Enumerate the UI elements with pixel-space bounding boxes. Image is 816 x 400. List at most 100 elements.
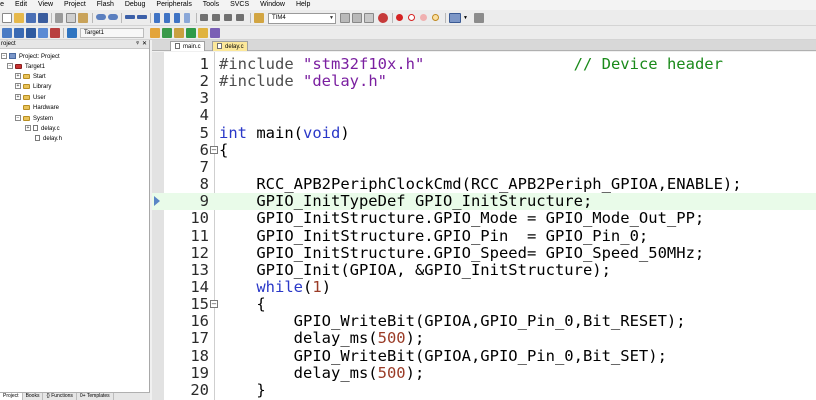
tree-file-delay-c[interactable]: + delay.c: [25, 125, 60, 133]
find-combo[interactable]: TIM4 ▼: [268, 13, 336, 24]
chevron-down-icon[interactable]: ▼: [463, 15, 473, 25]
menu-tools[interactable]: Tools: [203, 0, 219, 10]
code-line[interactable]: 7: [152, 158, 816, 176]
breakpoint-icon[interactable]: [396, 14, 403, 21]
breakpoint-clear-icon[interactable]: [420, 14, 427, 21]
tab-delay-c[interactable]: delay.c: [212, 41, 248, 51]
manage-components-icon[interactable]: [162, 28, 172, 38]
incremental-find-icon[interactable]: [352, 13, 362, 23]
select-packs-icon[interactable]: [198, 28, 208, 38]
tree-group-user[interactable]: + User: [15, 94, 46, 102]
tree-group-system[interactable]: − System: [15, 115, 53, 123]
fold-toggle-icon[interactable]: −: [210, 300, 218, 309]
menu-help[interactable]: Help: [296, 0, 310, 10]
menu-project[interactable]: Project: [64, 0, 86, 10]
menu-svcs[interactable]: SVCS: [230, 0, 249, 10]
tab-main-c[interactable]: main.c: [170, 41, 205, 51]
code-line[interactable]: 9 GPIO_InitTypeDef GPIO_InitStructure;: [152, 193, 816, 211]
new-file-icon[interactable]: [2, 13, 12, 23]
expand-icon[interactable]: +: [15, 73, 21, 80]
menu-window[interactable]: Window: [260, 0, 285, 10]
menu-file[interactable]: ile: [0, 0, 4, 10]
redo-icon[interactable]: [108, 14, 118, 20]
expand-icon[interactable]: +: [15, 83, 21, 90]
code-line[interactable]: 10 GPIO_InitStructure.GPIO_Mode = GPIO_M…: [152, 210, 816, 227]
breakpoint-kill-icon[interactable]: [432, 14, 439, 21]
menu-debug[interactable]: Debug: [125, 0, 146, 10]
tree-group-hardware[interactable]: Hardware: [15, 104, 59, 112]
tab-templates[interactable]: 0+ Templates: [77, 393, 114, 400]
save-icon[interactable]: [26, 13, 36, 23]
code-line[interactable]: 13 GPIO_Init(GPIOA, &GPIO_InitStructure)…: [152, 261, 816, 279]
fold-toggle-icon[interactable]: −: [210, 145, 218, 154]
code-line[interactable]: 14 while(1): [152, 278, 816, 296]
manage-project-icon[interactable]: [174, 28, 184, 38]
code-line[interactable]: 17 delay_ms(500);: [152, 330, 816, 347]
compile-icon[interactable]: [2, 28, 12, 38]
tree-group-start[interactable]: + Start: [15, 73, 46, 81]
code-line[interactable]: 8 RCC_APB2PeriphClockCmd(RCC_APB2Periph_…: [152, 176, 816, 193]
open-icon[interactable]: [14, 13, 24, 23]
options-icon[interactable]: [150, 28, 160, 38]
code-line[interactable]: 20 }: [152, 381, 816, 399]
code-line[interactable]: 18 GPIO_WriteBit(GPIOA,GPIO_Pin_0,Bit_SE…: [152, 347, 816, 365]
navigate-back-icon[interactable]: [125, 15, 135, 19]
window-layout-icon[interactable]: [449, 13, 461, 23]
bookmark-icon[interactable]: [154, 13, 160, 23]
cut-icon[interactable]: [55, 13, 63, 23]
tab-books[interactable]: Books: [23, 393, 44, 400]
bookmark-clear-icon[interactable]: [184, 13, 190, 23]
code-line[interactable]: 4: [152, 107, 816, 124]
code-line[interactable]: 6−{: [152, 141, 816, 159]
code-line[interactable]: 11 GPIO_InitStructure.GPIO_Pin = GPIO_Pi…: [152, 227, 816, 245]
menu-view[interactable]: View: [38, 0, 53, 10]
breakpoint-disable-icon[interactable]: [408, 14, 415, 21]
expand-icon[interactable]: +: [15, 94, 21, 101]
configure-icon[interactable]: [474, 13, 484, 23]
bookmark-next-icon[interactable]: [174, 13, 180, 23]
save-all-icon[interactable]: [38, 13, 48, 23]
expand-icon[interactable]: +: [25, 125, 31, 132]
tree-file-delay-h[interactable]: delay.h: [35, 135, 62, 143]
copy-icon[interactable]: [66, 13, 76, 23]
target-select[interactable]: Target1: [80, 28, 144, 38]
download-icon[interactable]: [67, 28, 77, 38]
build-icon[interactable]: [14, 28, 24, 38]
tab-functions[interactable]: {} Functions: [43, 393, 77, 400]
unindent-icon[interactable]: [212, 14, 220, 21]
tree-target[interactable]: − Target1: [7, 63, 45, 71]
navigate-forward-icon[interactable]: [137, 15, 147, 19]
menu-edit[interactable]: Edit: [15, 0, 27, 10]
collapse-icon[interactable]: −: [7, 63, 13, 70]
code-line[interactable]: 1 #include "stm32f10x.h" // Device header: [152, 56, 816, 73]
find-in-files-icon[interactable]: [254, 13, 264, 23]
code-editor[interactable]: 1 #include "stm32f10x.h" // Device header…: [152, 52, 816, 400]
menu-flash[interactable]: Flash: [97, 0, 114, 10]
tree-project-root[interactable]: − Project: Project: [1, 53, 60, 61]
batch-build-icon[interactable]: [38, 28, 48, 38]
menu-peripherals[interactable]: Peripherals: [156, 0, 191, 10]
collapse-icon[interactable]: −: [1, 53, 7, 60]
pack-installer-icon[interactable]: [186, 28, 196, 38]
code-line[interactable]: 16 GPIO_WriteBit(GPIOA,GPIO_Pin_0,Bit_RE…: [152, 313, 816, 330]
collapse-icon[interactable]: −: [15, 115, 21, 122]
uncomment-icon[interactable]: [236, 14, 244, 21]
comment-icon[interactable]: [224, 14, 232, 21]
paste-icon[interactable]: [78, 13, 88, 23]
code-line[interactable]: 12 GPIO_InitStructure.GPIO_Speed= GPIO_S…: [152, 244, 816, 262]
code-line[interactable]: 3: [152, 90, 816, 107]
undo-icon[interactable]: [96, 14, 106, 20]
close-icon[interactable]: ✕: [142, 40, 147, 49]
find-icon[interactable]: [340, 13, 350, 23]
pin-icon[interactable]: ᵠ: [136, 40, 139, 49]
code-line[interactable]: 5 int main(void): [152, 124, 816, 142]
rebuild-icon[interactable]: [26, 28, 36, 38]
zoom-icon[interactable]: [364, 13, 374, 23]
code-line[interactable]: 15− {: [152, 296, 816, 313]
bookmark-prev-icon[interactable]: [164, 13, 170, 23]
indent-icon[interactable]: [200, 14, 208, 21]
tab-project[interactable]: Project: [0, 393, 23, 400]
debug-icon[interactable]: [378, 13, 388, 23]
tree-group-library[interactable]: + Library: [15, 83, 51, 91]
code-line[interactable]: 2 #include "delay.h": [152, 73, 816, 90]
